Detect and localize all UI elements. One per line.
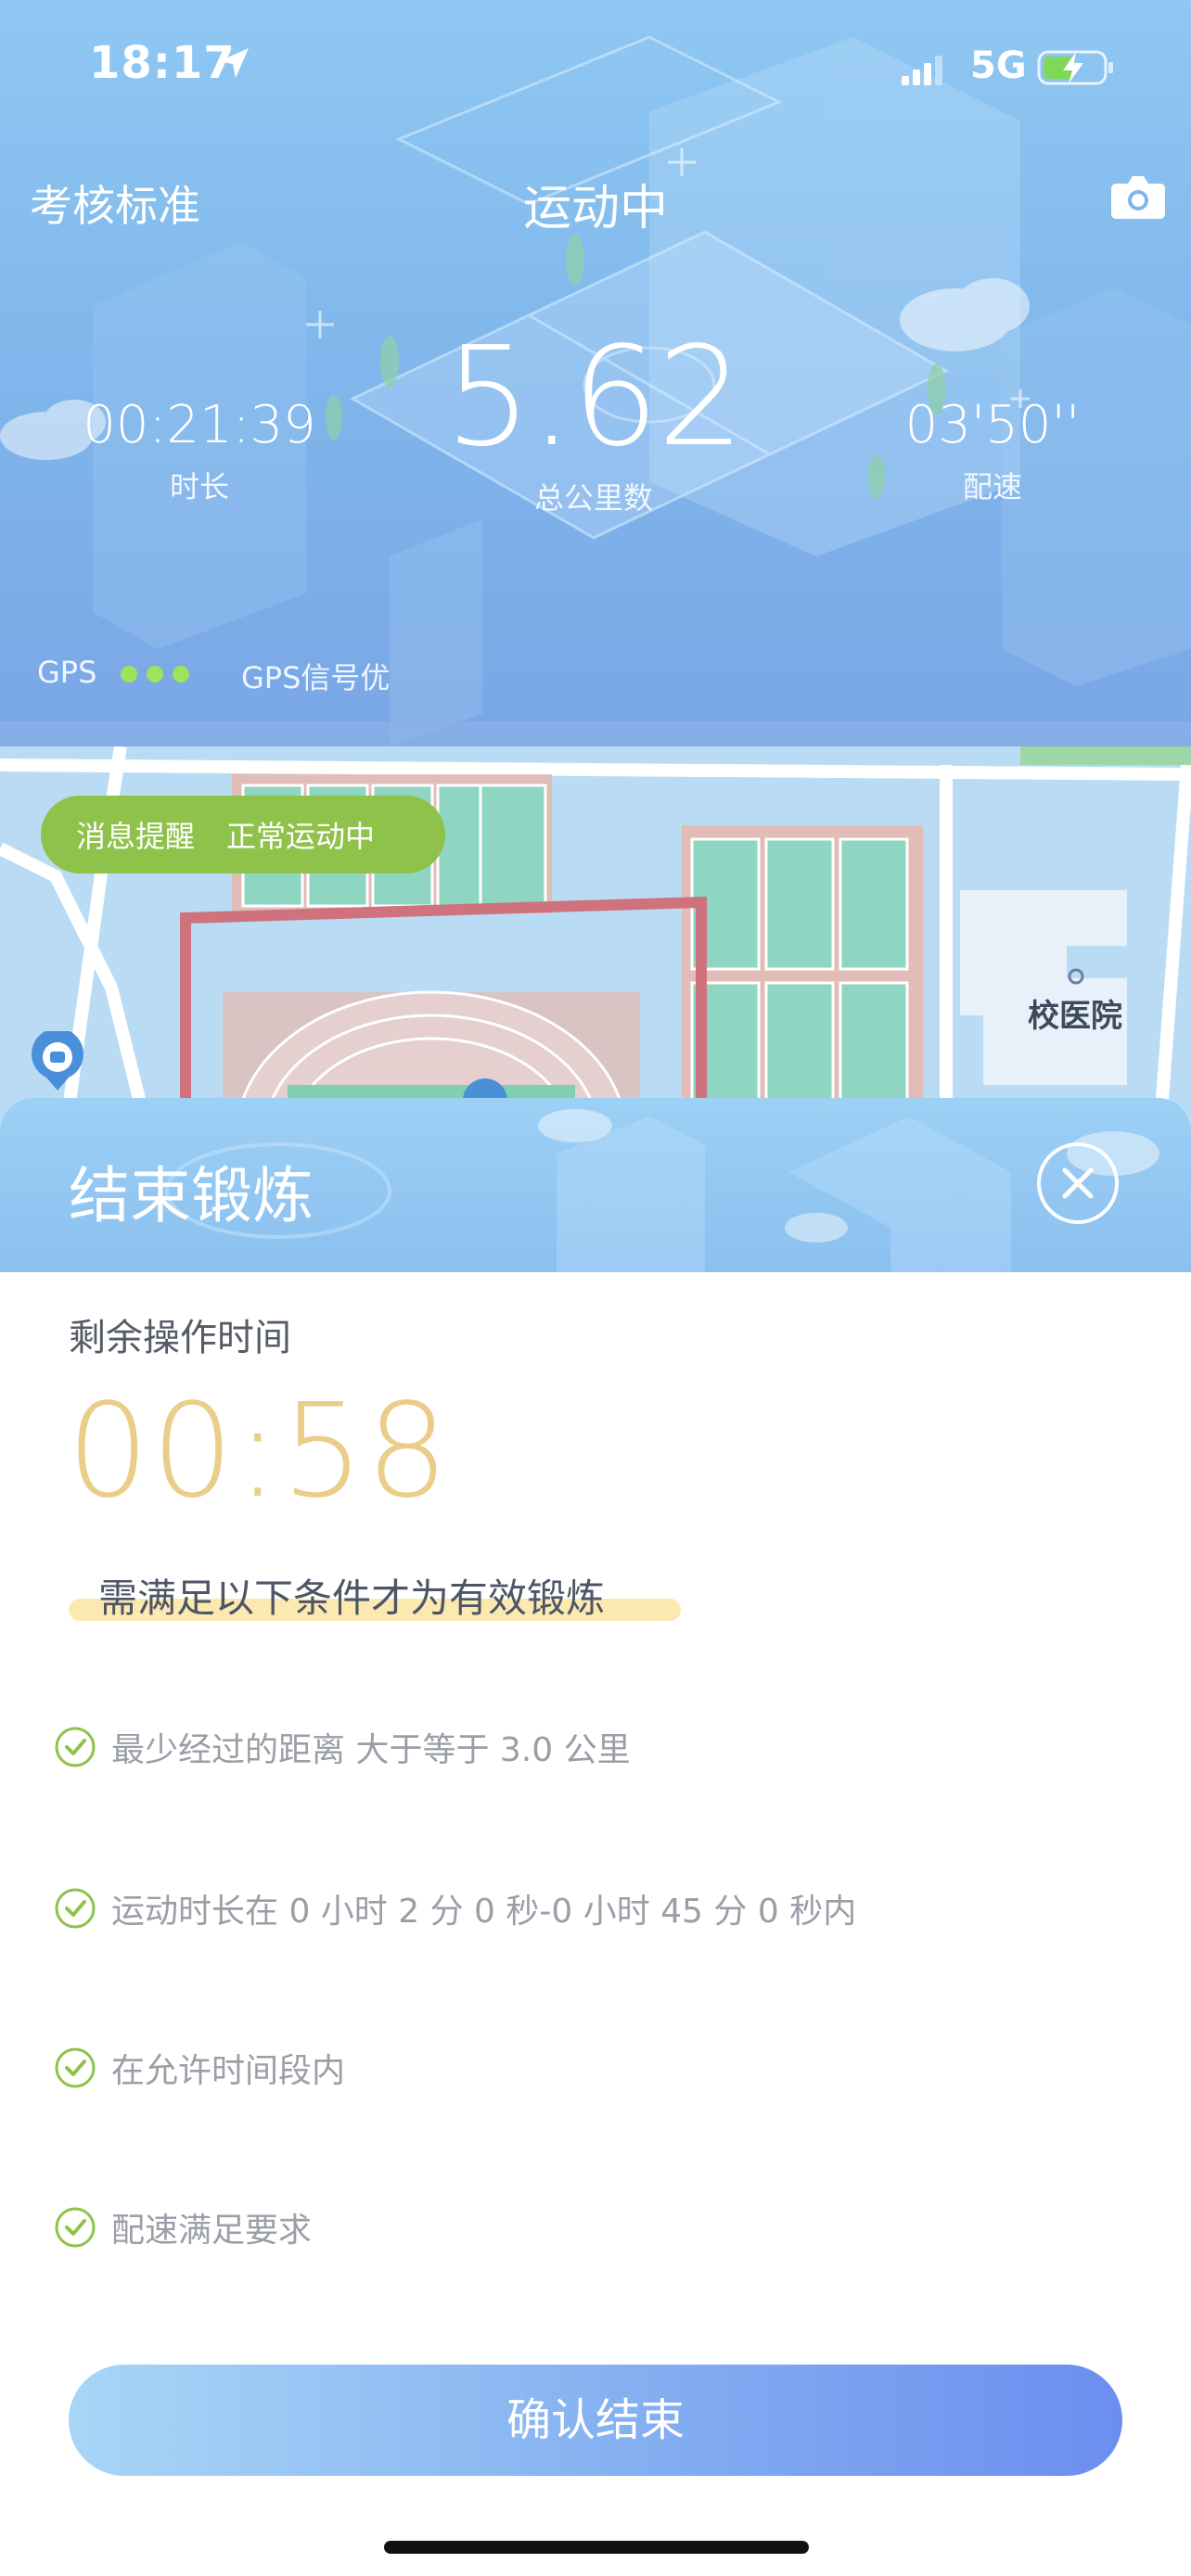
run-header: 18:17 5G 考核标准 运动中 00:21:39 时长 5.62 总公里数 xyxy=(0,0,1191,746)
sheet-header: 结束锻炼 xyxy=(0,1098,1191,1272)
pace-metric: 03'50'' 配速 xyxy=(872,397,1113,506)
check-circle-icon xyxy=(55,2207,96,2248)
confirm-end-button[interactable]: 确认结束 xyxy=(69,2365,1122,2476)
condition-text: 配速满足要求 xyxy=(111,2212,313,2250)
distance-value: 5.62 xyxy=(444,317,745,477)
distance-metric: 5.62 总公里数 xyxy=(436,328,751,517)
status-bar: 18:17 5G xyxy=(0,0,1191,130)
sheet-title: 结束锻炼 xyxy=(69,1160,314,1231)
map-marker-icon[interactable] xyxy=(28,1031,87,1092)
network-type: 5G xyxy=(970,45,1027,87)
condition-item: 运动时长在 0 小时 2 分 0 秒-0 小时 45 分 0 秒内 xyxy=(54,1884,856,1932)
condition-item: 最少经过的距离 大于等于 3.0 公里 xyxy=(54,1723,631,1771)
conditions-heading: 需满足以下条件才为有效锻炼 xyxy=(69,1567,681,1624)
conditions-title: 需满足以下条件才为有效锻炼 xyxy=(98,1575,606,1621)
duration-metric: 00:21:39 时长 xyxy=(74,397,325,506)
map-place-label: 校医院 xyxy=(1028,998,1122,1035)
check-circle-icon xyxy=(55,1727,96,1767)
condition-item: 在允许时间段内 xyxy=(54,2044,345,2092)
duration-label: 时长 xyxy=(169,468,229,504)
condition-item: 配速满足要求 xyxy=(54,2203,312,2251)
message-tag: 消息提醒 xyxy=(76,819,196,854)
distance-label: 总公里数 xyxy=(533,480,653,516)
home-indicator[interactable] xyxy=(384,2541,809,2554)
page-title: 运动中 xyxy=(522,181,668,236)
gps-status-text: GPS信号优 xyxy=(241,660,391,695)
close-icon xyxy=(1062,1167,1094,1199)
condition-text: 在允许时间段内 xyxy=(111,2052,346,2090)
status-time: 18:17 xyxy=(89,37,236,89)
condition-text: 运动时长在 0 小时 2 分 0 秒-0 小时 45 分 0 秒内 xyxy=(111,1893,857,1931)
countdown-timer: 00:58 xyxy=(67,1376,451,1527)
gps-signal-dots-icon xyxy=(121,666,189,682)
close-button[interactable] xyxy=(1037,1142,1119,1224)
pace-value: 03'50'' xyxy=(904,395,1081,455)
camera-icon[interactable] xyxy=(1109,172,1167,221)
condition-text: 最少经过的距离 大于等于 3.0 公里 xyxy=(111,1731,631,1769)
end-workout-sheet: 结束锻炼 剩余操作时间 00:58 需满足以下条件才为有效锻炼 最少经过的距离 … xyxy=(0,1098,1191,2576)
battery-charging-icon xyxy=(1037,50,1113,85)
duration-value: 00:21:39 xyxy=(83,395,316,455)
message-text: 正常运动中 xyxy=(226,819,376,854)
remaining-time-label: 剩余操作时间 xyxy=(69,1317,291,1359)
check-circle-icon xyxy=(55,2047,96,2088)
cellular-signal-icon xyxy=(902,56,942,85)
message-reminder-pill[interactable]: 消息提醒 正常运动中 xyxy=(41,796,445,874)
check-circle-icon xyxy=(55,1888,96,1929)
location-arrow-icon xyxy=(219,48,249,78)
pace-label: 配速 xyxy=(962,468,1022,504)
gps-label: GPS xyxy=(37,655,97,690)
